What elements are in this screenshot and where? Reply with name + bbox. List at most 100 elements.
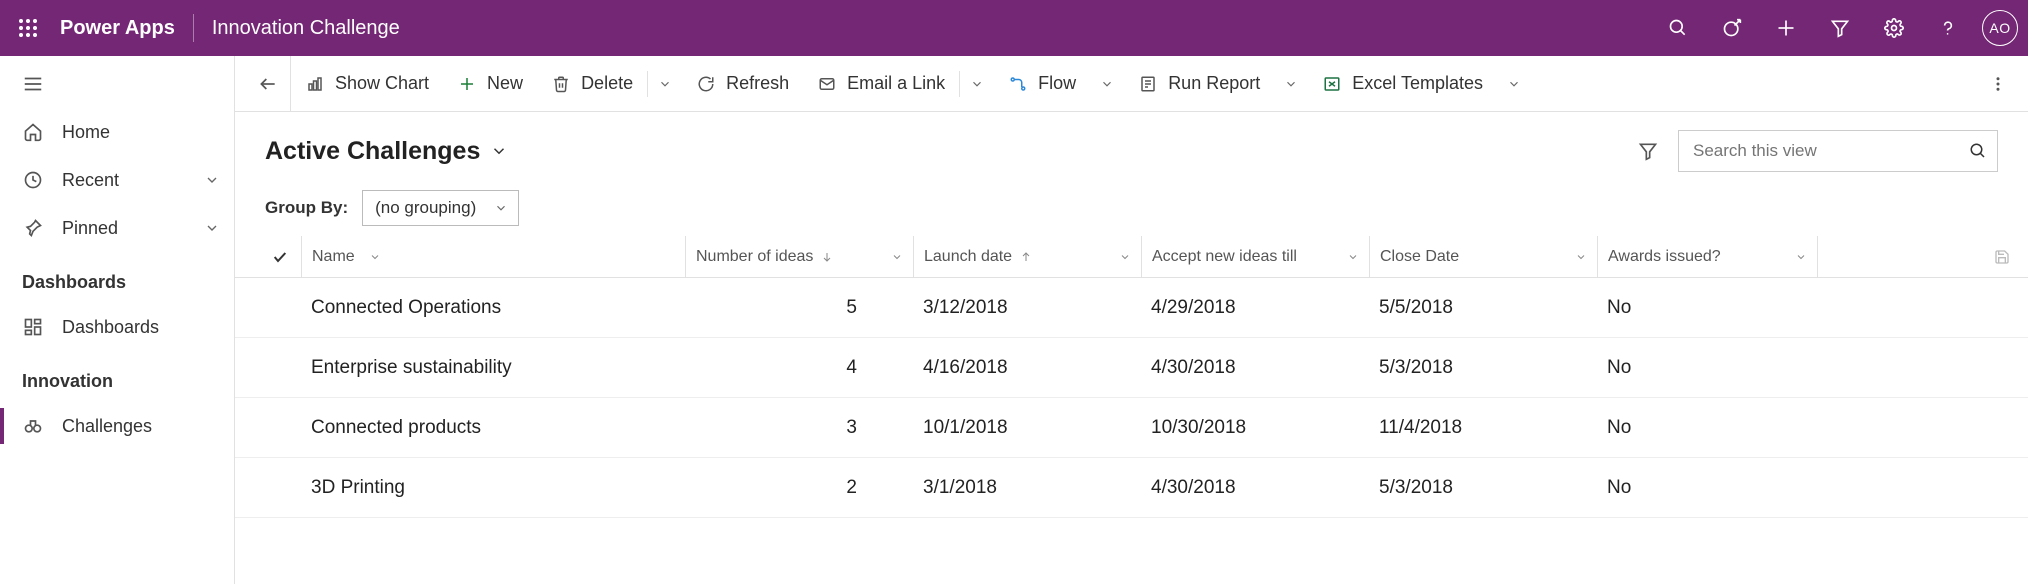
chevron-down-icon[interactable] xyxy=(1575,251,1587,263)
chevron-down-icon[interactable] xyxy=(891,251,903,263)
cell-awards: No xyxy=(1597,417,1817,439)
cmd-overflow[interactable] xyxy=(1978,56,2018,112)
waffle-icon xyxy=(18,18,38,38)
table-row[interactable]: Enterprise sustainability44/16/20184/30/… xyxy=(235,338,2028,398)
clock-icon xyxy=(22,169,44,191)
col-header-accept-label: Accept new ideas till xyxy=(1152,248,1297,266)
cell-close-date: 11/4/2018 xyxy=(1369,417,1597,439)
chart-icon xyxy=(305,74,325,94)
cell-name: 3D Printing xyxy=(301,477,685,499)
back-button[interactable] xyxy=(245,56,291,112)
col-header-name[interactable]: Name xyxy=(301,236,685,277)
gear-icon xyxy=(1884,18,1904,38)
arrow-left-icon xyxy=(258,74,278,94)
cell-close-date: 5/3/2018 xyxy=(1369,477,1597,499)
hamburger-icon xyxy=(22,73,44,95)
cell-number-of-ideas: 4 xyxy=(685,357,913,379)
home-icon xyxy=(22,121,44,143)
binoculars-icon xyxy=(22,415,44,437)
chevron-down-icon[interactable] xyxy=(1119,251,1131,263)
group-by-label: Group By: xyxy=(265,198,348,218)
cell-name: Connected Operations xyxy=(301,297,685,319)
cmd-flow[interactable]: Flow xyxy=(994,56,1090,112)
cell-number-of-ideas: 3 xyxy=(685,417,913,439)
cmd-delete-dropdown[interactable] xyxy=(648,77,682,91)
group-by-select[interactable]: (no grouping) xyxy=(362,190,519,226)
nav-home[interactable]: Home xyxy=(0,108,234,156)
nav-recent[interactable]: Recent xyxy=(0,156,234,204)
col-header-number-of-ideas[interactable]: Number of ideas xyxy=(685,236,913,277)
chevron-down-icon xyxy=(1284,77,1298,91)
nav-dashboards[interactable]: Dashboards xyxy=(0,303,234,351)
nav-collapse-button[interactable] xyxy=(0,60,234,108)
cmd-run-report[interactable]: Run Report xyxy=(1124,56,1274,112)
filter-header-button[interactable] xyxy=(1814,0,1866,56)
nav-dashboards-label: Dashboards xyxy=(62,317,159,338)
col-header-launch-date[interactable]: Launch date xyxy=(913,236,1141,277)
cell-close-date: 5/5/2018 xyxy=(1369,297,1597,319)
col-header-accept-date[interactable]: Accept new ideas till xyxy=(1141,236,1369,277)
table-row[interactable]: Connected products310/1/201810/30/201811… xyxy=(235,398,2028,458)
search-input[interactable] xyxy=(1693,141,1969,161)
search-button[interactable] xyxy=(1652,0,1704,56)
plus-icon xyxy=(457,74,477,94)
cmd-excel-templates[interactable]: Excel Templates xyxy=(1308,56,1497,112)
cell-launch-date: 3/1/2018 xyxy=(913,477,1141,499)
view-filter-button[interactable] xyxy=(1628,131,1668,171)
cmd-email-link[interactable]: Email a Link xyxy=(803,56,959,112)
table-header: Name Number of ideas Launch date xyxy=(235,236,2028,278)
group-by-value: (no grouping) xyxy=(375,198,476,218)
question-icon xyxy=(1938,18,1958,38)
cmd-refresh[interactable]: Refresh xyxy=(682,56,803,112)
cmd-excel-dropdown[interactable] xyxy=(1497,77,1531,91)
nav-recent-label: Recent xyxy=(62,170,119,191)
col-header-actions xyxy=(1817,236,2028,277)
chevron-down-icon[interactable] xyxy=(369,251,381,263)
nav-pinned-label: Pinned xyxy=(62,218,118,239)
excel-icon xyxy=(1322,74,1342,94)
table-row[interactable]: Connected Operations53/12/20184/29/20185… xyxy=(235,278,2028,338)
add-button[interactable] xyxy=(1760,0,1812,56)
cmd-show-chart[interactable]: Show Chart xyxy=(291,56,443,112)
cmd-run-report-label: Run Report xyxy=(1168,73,1260,94)
funnel-icon xyxy=(1638,141,1658,161)
left-nav: Home Recent Pinned Dashboards Da xyxy=(0,56,235,584)
col-header-name-label: Name xyxy=(312,248,355,266)
check-icon xyxy=(272,249,288,265)
cell-awards: No xyxy=(1597,477,1817,499)
view-search[interactable] xyxy=(1678,130,1998,172)
user-avatar[interactable]: AO xyxy=(1982,10,2018,46)
brand-label[interactable]: Power Apps xyxy=(56,17,193,40)
cmd-run-report-dropdown[interactable] xyxy=(1274,77,1308,91)
col-header-close-label: Close Date xyxy=(1380,248,1459,266)
select-all-checkbox[interactable] xyxy=(259,249,301,265)
assist-button[interactable] xyxy=(1706,0,1758,56)
nav-challenges[interactable]: Challenges xyxy=(0,402,234,450)
cmd-flow-dropdown[interactable] xyxy=(1090,77,1124,91)
nav-pinned[interactable]: Pinned xyxy=(0,204,234,252)
table-row[interactable]: 3D Printing23/1/20184/30/20185/3/2018No xyxy=(235,458,2028,518)
cmd-email-dropdown[interactable] xyxy=(960,77,994,91)
save-icon[interactable] xyxy=(1994,249,2010,265)
chevron-down-icon[interactable] xyxy=(1347,251,1359,263)
chevron-down-icon xyxy=(658,77,672,91)
search-icon xyxy=(1668,18,1688,38)
cmd-delete[interactable]: Delete xyxy=(537,56,647,112)
view-selector[interactable]: Active Challenges xyxy=(265,137,508,166)
app-launcher-button[interactable] xyxy=(0,0,56,56)
col-header-launch-label: Launch date xyxy=(924,248,1012,266)
cmd-new[interactable]: New xyxy=(443,56,537,112)
flow-icon xyxy=(1008,74,1028,94)
settings-button[interactable] xyxy=(1868,0,1920,56)
col-header-awards-label: Awards issued? xyxy=(1608,248,1721,266)
nav-home-label: Home xyxy=(62,122,110,143)
search-icon xyxy=(1969,142,1987,160)
cell-awards: No xyxy=(1597,357,1817,379)
chevron-down-icon[interactable] xyxy=(1795,251,1807,263)
col-header-awards[interactable]: Awards issued? xyxy=(1597,236,1817,277)
header-actions: AO xyxy=(1652,0,2018,56)
col-header-close-date[interactable]: Close Date xyxy=(1369,236,1597,277)
funnel-icon xyxy=(1830,18,1850,38)
sort-asc-icon xyxy=(1020,251,1032,263)
help-button[interactable] xyxy=(1922,0,1974,56)
